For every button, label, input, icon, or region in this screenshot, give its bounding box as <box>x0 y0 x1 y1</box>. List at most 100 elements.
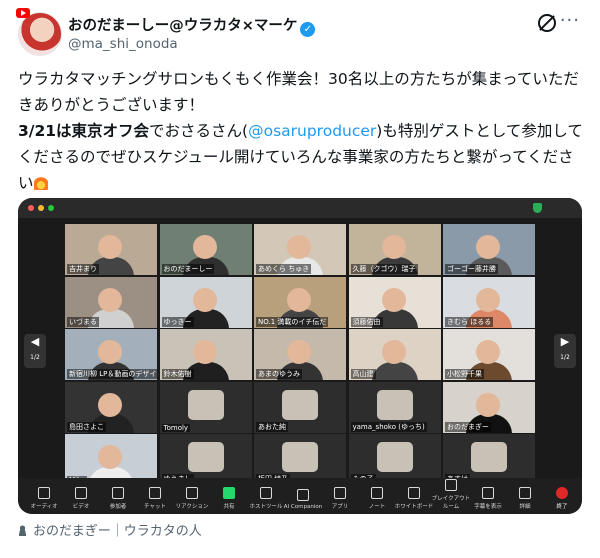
participant-tile[interactable]: 高山建 <box>348 329 441 380</box>
participant-tile[interactable]: Tomoly <box>159 381 252 433</box>
whiteboard-button[interactable]: ホワイトボード <box>394 487 434 510</box>
end-button[interactable]: 終了 <box>542 487 582 510</box>
video-button[interactable]: ビデオ <box>61 487 101 510</box>
display-name-row[interactable]: おのだまーしー@ウラカタ×マーケ ✓ <box>68 14 316 37</box>
participant-tile[interactable]: きむら ほるる <box>443 276 535 328</box>
more-icon <box>519 487 531 499</box>
participant-tile[interactable]: 吉井まり <box>65 224 157 275</box>
reactions-button[interactable]: リアクション <box>172 487 212 510</box>
chat-label: チャット <box>144 504 166 510</box>
prev-page-button[interactable]: ◀ 1/2 <box>24 334 46 368</box>
participant-name: きむら ほるる <box>445 316 494 327</box>
meeting-toolbar: オーディオ ビデオ 参加者 チャット リアクション 共有 ホストツール AI Companio… <box>18 478 582 514</box>
post-text-segment: でおさるさん( <box>149 122 249 140</box>
profile-avatar[interactable] <box>18 12 62 56</box>
apps-label: アプリ <box>331 504 349 510</box>
participant-name: 吉井まり <box>67 264 99 274</box>
captions-icon <box>482 487 494 499</box>
ai-companion-icon <box>297 489 309 501</box>
notes-button[interactable]: ノート <box>357 487 397 510</box>
youtube-badge-icon <box>16 8 30 18</box>
participant-face <box>192 287 217 312</box>
participant-tile[interactable]: ゴーゴー藤井勝 <box>443 224 535 275</box>
breakout-rooms-button[interactable]: ブレイクアウト ルーム <box>431 479 471 510</box>
apps-icon <box>334 487 346 499</box>
participant-face <box>381 340 406 365</box>
participant-name: あおた純 <box>256 421 288 432</box>
audio-icon <box>38 487 50 499</box>
participant-face <box>192 340 217 365</box>
captions-button[interactable]: 字幕を表示 <box>468 487 508 510</box>
participant-face <box>287 287 312 312</box>
video-icon <box>75 487 87 499</box>
participant-tile[interactable]: ゆっきー <box>159 276 252 328</box>
grok-icon[interactable] <box>538 14 556 32</box>
participant-tile[interactable]: NO.1 満載のイチ伝だ <box>254 276 346 328</box>
participant-tile[interactable]: 小松野千果 <box>443 329 535 380</box>
participant-name: yama_shoko (ゆっち) <box>350 421 427 432</box>
participant-tile[interactable]: 久藤（クゴウ）瑞子 <box>348 224 441 275</box>
ai-companion-label: AI Companion <box>283 504 323 510</box>
participant-tile[interactable]: 島田さよこ <box>65 381 157 433</box>
participant-name: おのだまぎー <box>445 421 491 432</box>
participant-name: いづまる <box>67 316 99 327</box>
community-label[interactable]: おのだまぎー｜ウラカタの人 <box>33 524 202 539</box>
participants-button[interactable]: 参加者 <box>98 487 138 510</box>
next-page-button[interactable]: ▶ 1/2 <box>554 334 576 368</box>
participant-face <box>98 445 123 470</box>
captions-label: 字幕を表示 <box>474 504 502 510</box>
participant-profile-picture <box>282 389 318 420</box>
user-handle[interactable]: @ma_shi_onoda <box>68 36 178 52</box>
more-options-icon[interactable]: ··· <box>560 10 580 31</box>
mention-link[interactable]: @osaruproducer <box>248 122 376 140</box>
notes-label: ノート <box>368 504 386 510</box>
chat-button[interactable]: チャット <box>135 487 175 510</box>
participant-tile[interactable]: 鈴木佑樹 <box>159 329 252 380</box>
participant-body <box>371 361 418 380</box>
participant-name: 高山建 <box>350 369 376 379</box>
participant-tile[interactable]: いづまる <box>65 276 157 328</box>
participant-name: 小松野千果 <box>445 369 484 379</box>
participant-name: 島田さよこ <box>67 421 106 432</box>
participant-face <box>476 287 501 312</box>
person-icon <box>18 525 27 536</box>
participant-tile[interactable]: あおた純 <box>254 381 346 433</box>
participant-profile-picture <box>376 389 413 420</box>
whiteboard-label: ホワイトボード <box>394 504 434 510</box>
zoom-title-bar <box>18 198 582 218</box>
participant-tile[interactable]: あまのゆうみ <box>254 329 346 380</box>
participant-tile[interactable]: あめくら ちゅき <box>254 224 346 275</box>
verified-badge-icon: ✓ <box>300 22 316 37</box>
post-header: おのだまーしー@ウラカタ×マーケ ✓ @ma_shi_onoda ··· <box>16 8 588 58</box>
participant-profile-picture <box>187 442 224 472</box>
participant-name: 須藤佑由 <box>350 316 383 327</box>
breakout-rooms-label: ブレイクアウト ルーム <box>431 496 471 510</box>
fire-emoji-icon <box>33 174 48 190</box>
participant-tile[interactable]: 新宿川柳 LP＆動画のデザイナー <box>65 329 157 380</box>
participant-tile[interactable]: yama_shoko (ゆっち) <box>348 381 441 433</box>
zoom-screenshot[interactable]: ◀ 1/2 ▶ 1/2 吉井まり おのだまーしー あめくら ちゅき 久藤（クゴウ）瑞子 ゴー… <box>18 198 582 514</box>
audio-button[interactable]: オーディオ <box>24 487 64 510</box>
more-button[interactable]: 詳細 <box>505 487 545 510</box>
page-indicator-left: 1/2 <box>30 354 40 361</box>
participant-profile-picture <box>282 442 318 472</box>
more-label: 詳細 <box>519 504 531 510</box>
participant-face <box>98 287 123 312</box>
display-name[interactable]: おのだまーしー@ウラカタ×マーケ <box>68 18 297 34</box>
host-tools-button[interactable]: ホストツール <box>246 487 286 510</box>
participant-face <box>98 340 123 365</box>
apps-button[interactable]: アプリ <box>320 487 360 510</box>
host-tools-label: ホストツール <box>249 504 283 510</box>
participant-tile[interactable]: おのだまぎー <box>443 381 535 433</box>
participant-tile[interactable]: 須藤佑由 <box>348 276 441 328</box>
ai-companion-button[interactable]: AI Companion <box>283 489 323 510</box>
page-indicator-right: 1/2 <box>560 354 570 361</box>
participant-profile-picture <box>471 442 507 472</box>
community-footer[interactable]: おのだまぎー｜ウラカタの人 <box>18 520 202 539</box>
shield-icon <box>533 203 542 213</box>
participant-tile[interactable]: おのだまーしー <box>159 224 252 275</box>
participant-face <box>476 392 501 417</box>
participant-face <box>381 235 406 260</box>
participant-face <box>98 235 123 260</box>
share-button[interactable]: 共有 <box>209 487 249 510</box>
